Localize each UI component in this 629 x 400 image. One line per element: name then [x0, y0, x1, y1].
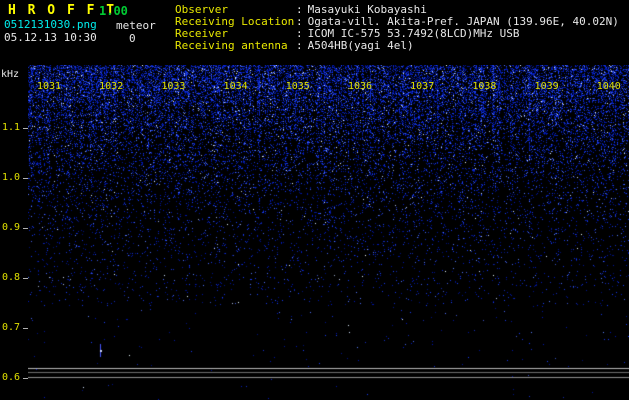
x-tick-label: 1040: [594, 81, 624, 92]
y-tick-mark: [23, 278, 28, 279]
y-tick-label: 0.9: [0, 222, 20, 233]
info-label: Receiving antenna: [175, 40, 296, 52]
info-value: A504HB(yagi 4el): [308, 39, 414, 52]
y-tick-mark: [23, 328, 28, 329]
y-tick-label: 0.7: [0, 322, 20, 333]
x-tick-label: 1033: [158, 81, 188, 92]
frequency-unit-label: kHz: [1, 69, 19, 80]
x-tick-label: 1038: [469, 81, 499, 92]
y-tick-mark: [23, 378, 28, 379]
x-tick-label: 1034: [221, 81, 251, 92]
meteor-count: 0: [129, 32, 136, 45]
info-separator: :: [296, 39, 303, 52]
x-tick-label: 1031: [34, 81, 64, 92]
station-info: Observer: Masayuki Kobayashi Receiving Lo…: [175, 4, 619, 52]
spectrogram: kHz 1031 1032 1033 1034 1035 1036 1037 1038 1039…: [0, 65, 629, 400]
x-tick-label: 1039: [532, 81, 562, 92]
y-tick-mark: [23, 128, 28, 129]
output-filename: 0512131030.png: [4, 18, 97, 31]
y-tick-label: 1.0: [0, 172, 20, 183]
y-tick-label: 0.6: [0, 372, 20, 383]
y-tick-mark: [23, 178, 28, 179]
info-row-antenna: Receiving antenna: A504HB(yagi 4el): [175, 40, 619, 52]
hrofft-window: H R O F F T 1.00 0512131030.png meteor 0…: [0, 0, 629, 400]
spectrogram-canvas: [28, 65, 629, 400]
y-tick-label: 1.1: [0, 122, 20, 133]
x-tick-label: 1032: [96, 81, 126, 92]
x-tick-label: 1035: [283, 81, 313, 92]
x-tick-label: 1037: [407, 81, 437, 92]
y-tick-mark: [23, 228, 28, 229]
datetime-label: 05.12.13 10:30: [4, 31, 97, 44]
mode-label: meteor: [116, 19, 156, 32]
x-tick-label: 1036: [345, 81, 375, 92]
y-tick-label: 0.8: [0, 272, 20, 283]
app-version: 1.00: [99, 4, 128, 18]
